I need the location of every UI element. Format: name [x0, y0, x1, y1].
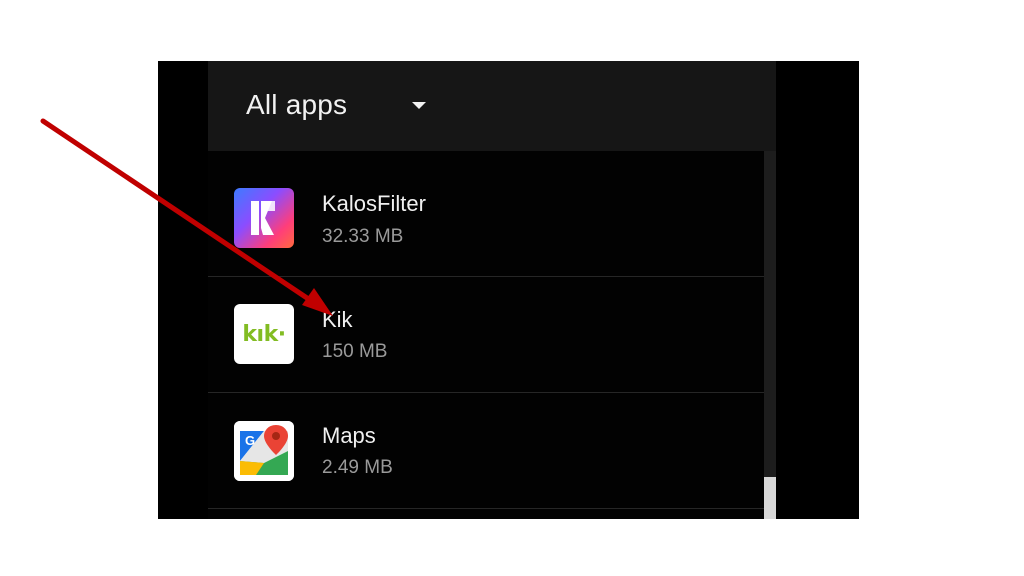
scrollbar-thumb[interactable]	[764, 477, 776, 519]
phone-screen: All apps KalosFilter 32.33 MB kık· Kik 1…	[158, 61, 859, 519]
list-divider	[208, 508, 764, 509]
app-list: KalosFilter 32.33 MB kık· Kik 150 MB G M…	[208, 151, 764, 519]
maps-icon-letter: G	[245, 433, 255, 448]
list-item-kik[interactable]: kık· Kik 150 MB	[208, 277, 764, 392]
app-name: Maps	[322, 423, 376, 448]
list-item-kalosfilter[interactable]: KalosFilter 32.33 MB	[208, 151, 764, 266]
app-size: 2.49 MB	[322, 457, 393, 478]
app-name: KalosFilter	[322, 191, 426, 216]
filter-dropdown-label[interactable]: All apps	[246, 89, 347, 121]
left-edge	[158, 61, 208, 519]
right-edge	[776, 61, 859, 519]
scrollbar[interactable]	[764, 151, 776, 519]
google-maps-app-icon: G	[234, 421, 294, 481]
kik-logo-text: kık·	[242, 321, 286, 347]
app-filter-header[interactable]: All apps	[208, 61, 776, 151]
kik-app-icon: kık·	[234, 304, 294, 364]
app-name: Kik	[322, 307, 353, 332]
kalosfilter-app-icon	[234, 188, 294, 248]
page: All apps KalosFilter 32.33 MB kık· Kik 1…	[0, 0, 1024, 576]
app-size: 150 MB	[322, 341, 388, 362]
app-size: 32.33 MB	[322, 226, 404, 247]
dropdown-caret-icon[interactable]	[412, 102, 426, 109]
list-item-maps[interactable]: G Maps 2.49 MB	[208, 393, 764, 508]
